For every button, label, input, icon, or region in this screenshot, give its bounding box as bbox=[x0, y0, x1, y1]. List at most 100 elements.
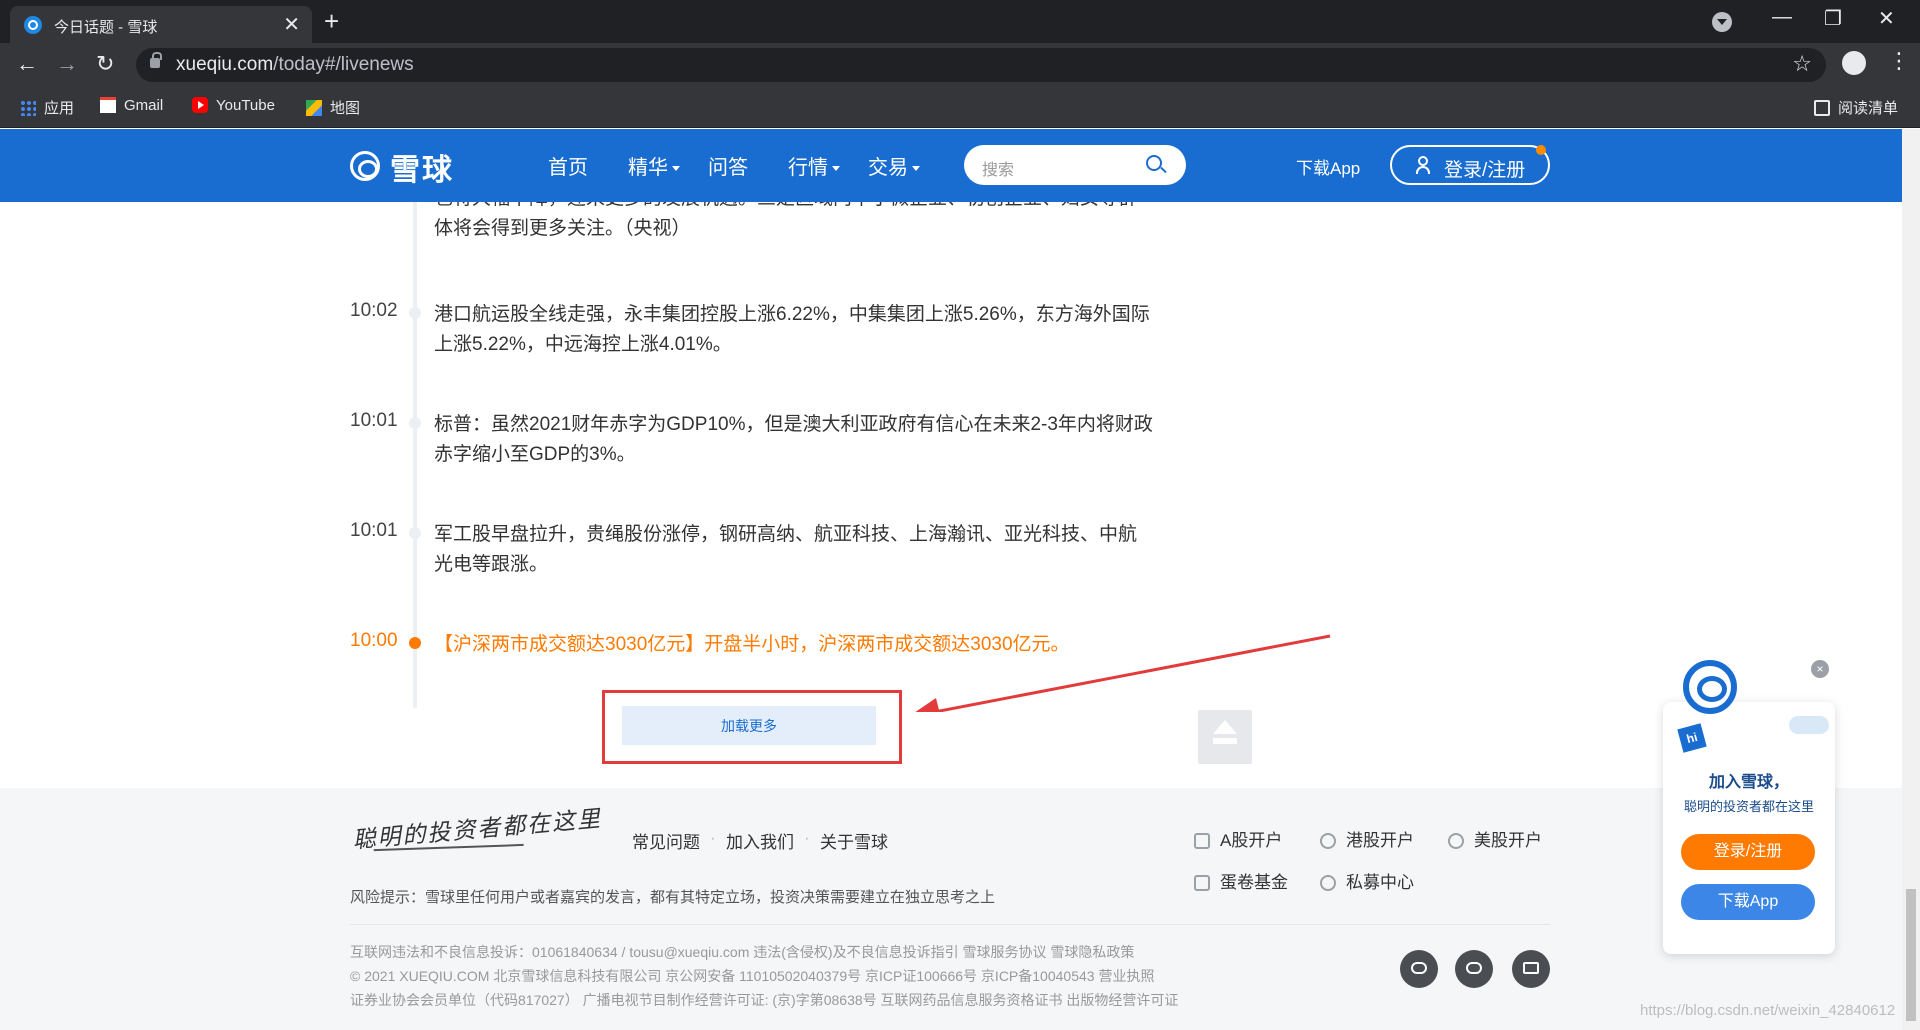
nav-trade-label: 交易 bbox=[868, 157, 908, 179]
footer-slogan: 聪明的投资者都在这里 bbox=[351, 799, 603, 855]
account-label: A股开户 bbox=[1220, 831, 1283, 850]
minimize-button[interactable]: — bbox=[1772, 6, 1792, 29]
news-text: 军工股早盘拉升，贵绳股份涨停，钢研高纳、航亚科技、上海瀚讯、亚光科技、中航光电等… bbox=[434, 524, 1138, 575]
bookmark-star-icon[interactable]: ☆ bbox=[1792, 51, 1812, 77]
wechat-icon[interactable] bbox=[1400, 950, 1438, 988]
danjuan-fund-link[interactable]: 蛋卷基金 bbox=[1194, 868, 1288, 893]
private-fund-link[interactable]: 私募中心 bbox=[1320, 868, 1414, 893]
browser-menu-icon[interactable]: ⋮ bbox=[1888, 48, 1910, 74]
fund-icon bbox=[1194, 875, 1210, 891]
nav-market-label: 行情 bbox=[788, 157, 828, 179]
promo-close-icon[interactable]: × bbox=[1811, 660, 1829, 678]
site-header: 雪球 首页 精华 问答 行情 交易 搜索 下载App 登录/注册 bbox=[0, 129, 1902, 202]
notification-dot bbox=[1536, 145, 1546, 155]
nav-qa[interactable]: 问答 bbox=[708, 151, 748, 180]
news-time: 10:01 bbox=[350, 520, 398, 541]
balloon-logo-icon bbox=[1683, 660, 1737, 714]
profile-avatar[interactable] bbox=[1842, 51, 1866, 75]
scrollbar-thumb[interactable] bbox=[1906, 889, 1916, 1021]
bookmark-label: 地图 bbox=[330, 100, 361, 117]
nav-market[interactable]: 行情 bbox=[788, 151, 840, 180]
bookmark-apps[interactable]: 应用 bbox=[20, 97, 74, 118]
a-share-account-link[interactable]: A股开户 bbox=[1194, 826, 1282, 851]
footer-link-separator: · bbox=[710, 828, 716, 847]
search-input[interactable]: 搜索 bbox=[964, 145, 1186, 185]
account-label: 私募中心 bbox=[1346, 873, 1414, 892]
watermark: https://blog.csdn.net/weixin_42840612 bbox=[1640, 1002, 1896, 1019]
footer-link-about[interactable]: 关于雪球 bbox=[820, 828, 888, 853]
reload-button[interactable]: ↻ bbox=[96, 51, 114, 77]
back-to-top-button[interactable] bbox=[1198, 710, 1252, 764]
timeline-line bbox=[413, 202, 417, 708]
news-text: 标普：虽然2021财年赤字为GDP10%，但是澳大利亚政府有信心在未来2-3年内… bbox=[434, 414, 1153, 465]
footer-link-join[interactable]: 加入我们 bbox=[726, 828, 794, 853]
browser-tab[interactable]: 今日话题 - 雪球 ✕ bbox=[10, 6, 312, 43]
circle-x-icon bbox=[1320, 875, 1336, 891]
promo-subtitle: 聪明的投资者都在这里 bbox=[1683, 799, 1814, 814]
reading-list[interactable]: 阅读清单 bbox=[1814, 97, 1898, 118]
load-more-button[interactable]: 加载更多 bbox=[622, 706, 876, 745]
chevron-down-icon bbox=[672, 166, 680, 171]
close-window-button[interactable]: ✕ bbox=[1878, 6, 1895, 31]
weibo-icon[interactable] bbox=[1455, 950, 1493, 988]
xueqiu-logo-icon bbox=[350, 151, 380, 181]
tab-close-icon[interactable]: ✕ bbox=[283, 12, 300, 37]
hk-share-account-link[interactable]: 港股开户 bbox=[1320, 826, 1414, 851]
download-app-link[interactable]: 下载App bbox=[1296, 154, 1360, 179]
bookmark-label: Gmail bbox=[124, 97, 164, 114]
logo-text: 雪球 bbox=[390, 154, 454, 187]
phone-icon bbox=[1194, 833, 1210, 849]
account-label: 美股开户 bbox=[1474, 831, 1542, 850]
address-bar[interactable]: xueqiu.com/today#/livenews ☆ bbox=[136, 48, 1826, 82]
url-host: xueqiu.com bbox=[176, 54, 274, 75]
forward-button[interactable]: → bbox=[56, 51, 78, 77]
legal-line: 互联网违法和不良信息投诉：01061840634 / tousu@xueqiu.… bbox=[350, 944, 1135, 960]
bookmark-youtube[interactable]: YouTube bbox=[192, 97, 275, 114]
timeline-dot bbox=[409, 527, 421, 539]
promo-title: 加入雪球， bbox=[1708, 774, 1789, 791]
search-placeholder: 搜索 bbox=[982, 162, 1015, 179]
page-scrollbar[interactable] bbox=[1902, 129, 1920, 1030]
email-icon[interactable] bbox=[1512, 950, 1550, 988]
news-time: 10:00 bbox=[350, 630, 398, 651]
news-time: 10:01 bbox=[350, 410, 398, 431]
annotation-arrow-icon bbox=[915, 634, 1331, 712]
back-button[interactable]: ← bbox=[16, 51, 38, 77]
apps-icon bbox=[20, 100, 36, 116]
tab-title: 今日话题 - 雪球 bbox=[54, 19, 158, 36]
login-register-button[interactable]: 登录/注册 bbox=[1390, 145, 1550, 185]
bookmark-label: YouTube bbox=[216, 97, 275, 114]
footer-link-faq[interactable]: 常见问题 bbox=[632, 828, 700, 853]
bookmark-label: 应用 bbox=[44, 100, 75, 117]
tab-search-icon[interactable] bbox=[1712, 12, 1732, 32]
nav-featured[interactable]: 精华 bbox=[628, 151, 680, 180]
reading-list-label: 阅读清单 bbox=[1838, 100, 1899, 117]
url-path: /today#/livenews bbox=[273, 54, 414, 75]
legal-line: 证券业协会会员单位（代码817027） 广播电视节目制作经营许可证: (京)字第… bbox=[350, 992, 1179, 1008]
xueqiu-favicon-icon bbox=[24, 16, 42, 34]
nav-trade[interactable]: 交易 bbox=[868, 151, 920, 180]
bookmarks-bar: 应用 Gmail YouTube 地图 阅读清单 bbox=[0, 87, 1920, 128]
browser-toolbar: ← → ↻ xueqiu.com/today#/livenews ☆ bbox=[0, 43, 1920, 87]
search-icon[interactable] bbox=[1146, 155, 1162, 171]
new-tab-button[interactable]: + bbox=[324, 6, 339, 37]
news-time: 10:02 bbox=[350, 300, 398, 321]
bookmark-gmail[interactable]: Gmail bbox=[100, 97, 163, 114]
us-share-account-link[interactable]: 美股开户 bbox=[1448, 826, 1542, 851]
gmail-icon bbox=[100, 97, 116, 113]
nav-home[interactable]: 首页 bbox=[548, 151, 588, 180]
footer-link-separator: · bbox=[804, 828, 810, 847]
news-text: 港口航运股全线走强，永丰集团控股上涨6.22%，中集集团上涨5.26%，东方海外… bbox=[434, 304, 1150, 355]
circle-x-icon bbox=[1448, 833, 1464, 849]
maps-icon bbox=[306, 100, 322, 116]
risk-warning: 风险提示：雪球里任何用户或者嘉宾的发言，都有其特定立场，投资决策需要建立在独立思… bbox=[350, 889, 996, 906]
timeline-dot bbox=[409, 307, 421, 319]
circle-x-icon bbox=[1320, 833, 1336, 849]
chevron-down-icon bbox=[912, 166, 920, 171]
promo-login-button[interactable]: 登录/注册 bbox=[1681, 834, 1815, 870]
bookmark-maps[interactable]: 地图 bbox=[306, 97, 360, 118]
user-icon bbox=[1416, 156, 1430, 174]
account-label: 蛋卷基金 bbox=[1220, 873, 1288, 892]
maximize-button[interactable]: ❐ bbox=[1824, 6, 1842, 31]
promo-download-button[interactable]: 下载App bbox=[1681, 884, 1815, 920]
